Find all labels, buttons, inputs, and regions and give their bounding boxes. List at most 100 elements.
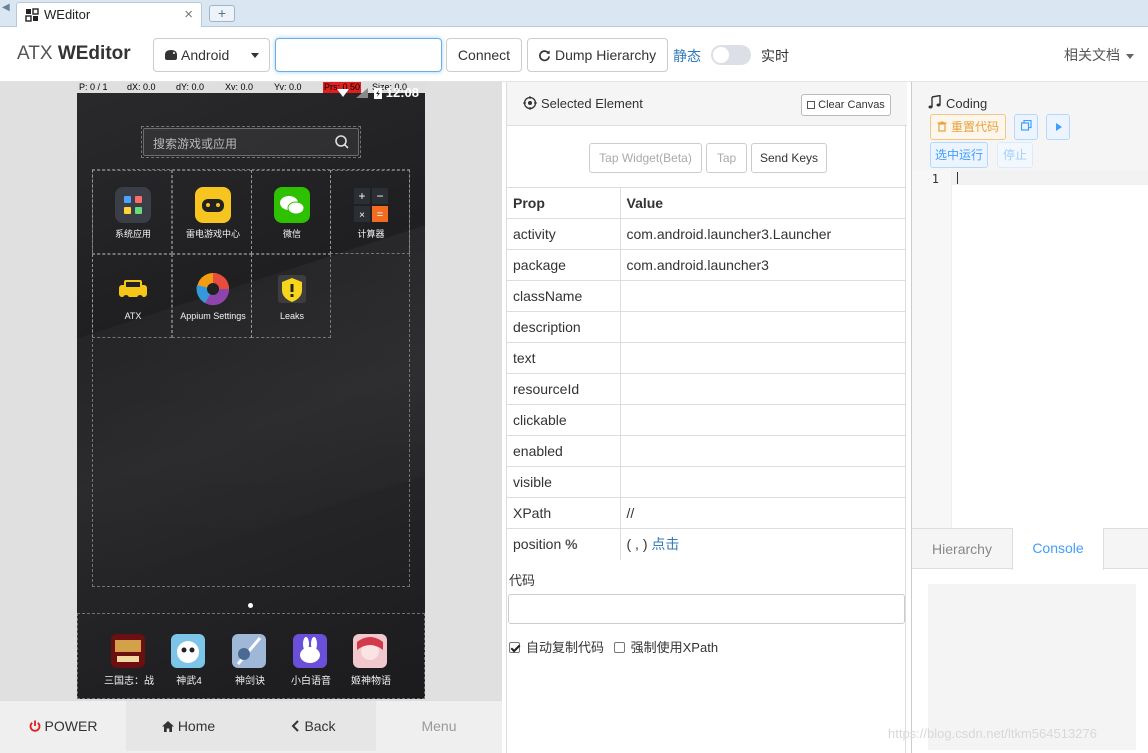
table-row: enabled: [507, 435, 906, 467]
power-icon: [29, 720, 40, 732]
device-screen[interactable]: P: 0 / 1 dX: 0.0 dY: 0.0 Xv: 0.0 Yv: 0.0…: [77, 82, 425, 699]
app-leaks[interactable]: Leaks: [251, 254, 331, 338]
close-tab-icon[interactable]: ×: [184, 6, 193, 23]
power-button[interactable]: POWER: [0, 701, 126, 751]
app-system-apps[interactable]: 系统应用: [92, 170, 172, 254]
prop-name: XPath: [507, 497, 621, 529]
auto-copy-checkbox[interactable]: [509, 642, 520, 653]
sanguozhi-icon: [111, 634, 145, 668]
platform-select[interactable]: Android: [153, 38, 270, 72]
app-atx[interactable]: ATX: [92, 254, 172, 338]
docs-label: 相关文档: [1064, 47, 1120, 63]
leaks-icon: [274, 271, 310, 307]
dock-app-shenwu[interactable]: 神武4: [159, 634, 219, 694]
new-tab-button[interactable]: +: [209, 5, 235, 22]
prop-name: description: [507, 311, 621, 343]
code-editor[interactable]: 1: [912, 170, 1148, 528]
launcher-search-box[interactable]: 搜索游戏或应用: [143, 128, 359, 156]
dock-app-sanguozhi[interactable]: 三国志：战: [99, 634, 159, 694]
prop-name: enabled: [507, 435, 621, 467]
home-button[interactable]: Home: [126, 701, 251, 751]
brand-title: ATX WEditor: [17, 43, 131, 65]
table-row: position % ( , ) 点击: [507, 528, 906, 560]
app-label: ATX: [124, 311, 142, 321]
copy-icon: [1020, 119, 1032, 131]
app-calculator[interactable]: + − × = 计算器: [330, 170, 410, 254]
menu-button[interactable]: Menu: [376, 701, 502, 751]
tab-hierarchy[interactable]: Hierarchy: [912, 529, 1012, 569]
docs-menu[interactable]: 相关文档: [1064, 45, 1134, 65]
app-header: ATX WEditor Android Connect Dump Hierarc…: [0, 27, 1148, 82]
table-header-row: Prop Value: [507, 187, 906, 219]
shenwu-icon: [171, 634, 205, 668]
svg-text:−: −: [376, 189, 383, 203]
dump-hierarchy-button[interactable]: Dump Hierarchy: [527, 38, 668, 72]
tab-scroll-left-icon[interactable]: ◀: [2, 2, 10, 13]
device-screen-panel: P: 0 / 1 dX: 0.0 dY: 0.0 Xv: 0.0 Yv: 0.0…: [0, 82, 502, 753]
column-header-value: Value: [620, 187, 906, 219]
prop-name: text: [507, 342, 621, 374]
tab-console[interactable]: Console: [1012, 528, 1104, 570]
prop-name: resourceId: [507, 373, 621, 405]
prop-name: visible: [507, 466, 621, 498]
prop-value: //: [620, 497, 906, 529]
weditor-favicon-icon: [25, 8, 39, 22]
run-code-button[interactable]: [1046, 114, 1070, 140]
device-nav-bar: POWER Home Back Menu: [0, 700, 502, 753]
dock-app-jishen[interactable]: 姬神物语: [341, 634, 401, 694]
inspector-header: Selected Element Clear Canvas: [507, 82, 907, 126]
chevron-left-icon: [292, 720, 300, 732]
run-selected-button[interactable]: 选中运行: [930, 142, 988, 168]
position-value: ( , ): [626, 536, 648, 553]
dock-app-shenjianjue[interactable]: 神剑诀: [220, 634, 280, 694]
table-row: package com.android.launcher3: [507, 249, 906, 281]
table-row: visible: [507, 466, 906, 498]
appium-icon: [195, 271, 231, 307]
app-game-center[interactable]: 雷电游戏中心: [172, 170, 252, 254]
calculator-icon: + − × =: [353, 187, 389, 223]
table-row: className: [507, 280, 906, 312]
app-wechat[interactable]: 微信: [251, 170, 331, 254]
device-serial-input[interactable]: [275, 38, 442, 72]
force-xpath-checkbox[interactable]: [613, 642, 625, 653]
clear-canvas-button[interactable]: Clear Canvas: [801, 94, 891, 116]
app-label: 微信: [282, 229, 301, 239]
back-label: Back: [304, 718, 336, 734]
prop-name: clickable: [507, 404, 621, 436]
prop-value: ( , ) 点击: [620, 528, 906, 560]
clear-canvas-label: Clear Canvas: [818, 99, 885, 111]
stop-button[interactable]: 停止: [997, 142, 1033, 168]
click-position-link[interactable]: 点击: [651, 536, 679, 552]
back-button[interactable]: Back: [251, 701, 376, 751]
reset-code-button[interactable]: 重置代码: [930, 114, 1006, 140]
tap-widget-button[interactable]: Tap Widget(Beta): [589, 143, 702, 173]
live-mode-toggle[interactable]: [711, 45, 751, 65]
browser-tab[interactable]: WEditor ×: [16, 2, 202, 27]
brand-name: WEditor: [57, 43, 131, 64]
game-center-icon: [195, 187, 231, 223]
page-indicator: [248, 603, 253, 608]
prop-value: [620, 404, 906, 436]
send-keys-button[interactable]: Send Keys: [751, 143, 827, 173]
prop-name: className: [507, 280, 621, 312]
mode-live-label: 实时: [761, 48, 789, 64]
auto-copy-label: 自动复制代码: [526, 640, 605, 655]
mode-static-label: 静态: [673, 48, 701, 64]
connect-button[interactable]: Connect: [446, 38, 522, 72]
android-icon: [165, 50, 177, 60]
copy-code-button[interactable]: [1014, 114, 1038, 140]
app-appium-settings[interactable]: Appium Settings: [172, 254, 252, 338]
toggle-knob: [713, 47, 729, 63]
column-header-prop: Prop: [507, 187, 621, 219]
wifi-icon: [336, 89, 349, 97]
platform-label: Android: [181, 47, 230, 63]
properties-table: Prop Value activity com.android.launcher3…: [507, 187, 906, 560]
battery-icon: [374, 88, 383, 99]
table-row: clickable: [507, 404, 906, 436]
code-input[interactable]: [508, 594, 905, 624]
dock-app-xiaobai[interactable]: 小白语音: [281, 634, 341, 694]
tap-button[interactable]: Tap: [706, 143, 747, 173]
chevron-down-icon: [251, 53, 259, 58]
clock: 12:08: [385, 85, 419, 100]
prop-name: activity: [507, 218, 621, 250]
